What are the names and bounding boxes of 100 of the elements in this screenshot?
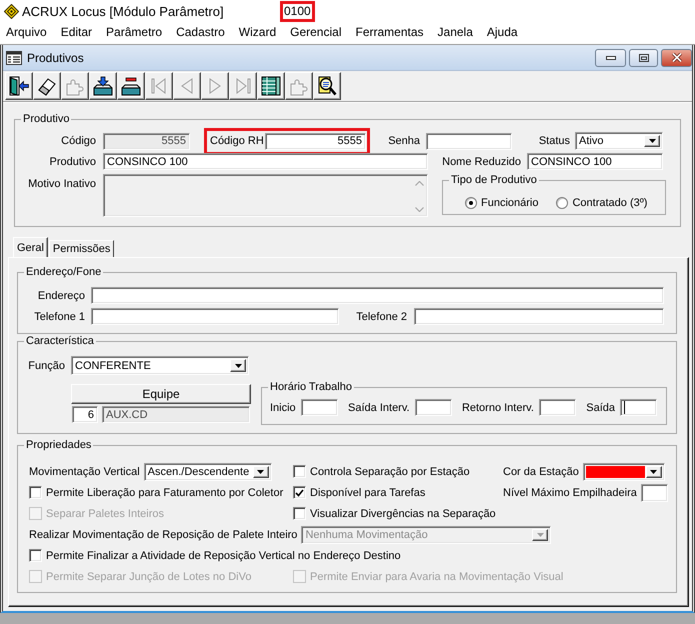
field-label: Saída	[586, 402, 615, 414]
dropdown[interactable]: Ativo	[575, 132, 663, 150]
toolbar-button[interactable]	[313, 72, 341, 100]
checkbox-label: Permite Separar Junção de Lotes no DiVo	[46, 570, 252, 582]
color-dropdown[interactable]	[582, 462, 665, 480]
text-field[interactable]: CONSINCO 100	[527, 153, 663, 170]
field-label: Status	[538, 135, 570, 147]
diamond-icon	[4, 4, 19, 18]
field-label: Retorno Interv.	[462, 402, 534, 414]
checkbox-label: Disponível para Tarefas	[310, 486, 426, 498]
caret-down-icon	[252, 466, 269, 478]
tray-minus-icon	[121, 76, 141, 96]
checkbox-label: Visualizar Divergências na Separação	[310, 508, 496, 520]
text-field[interactable]: 6	[72, 406, 98, 423]
text-field[interactable]: CONSINCO 100	[103, 153, 428, 170]
eraser-icon	[37, 76, 57, 96]
text-field[interactable]	[414, 399, 452, 416]
caret-down-icon	[230, 359, 246, 372]
minimize-button[interactable]	[595, 48, 626, 66]
text-cursor-icon	[624, 401, 625, 414]
menu-item[interactable]: Arquivo	[6, 25, 47, 39]
field-label: Endereço	[38, 290, 85, 302]
checkbox[interactable]	[293, 507, 306, 520]
menu-item[interactable]: Janela	[438, 25, 473, 39]
radio-label: Contratado (3º)	[572, 197, 648, 209]
checkbox-label: Separar Paletes Inteiros	[46, 508, 164, 520]
close-icon	[672, 53, 682, 62]
caret-down-icon	[646, 466, 662, 478]
menu-item[interactable]: Ajuda	[486, 25, 518, 39]
dropdown[interactable]: Ascen./Descendente	[144, 462, 272, 480]
text-field[interactable]	[91, 308, 339, 325]
checkbox-label: Permite Enviar para Avaria na Movimentação Visual	[310, 570, 564, 582]
toolbar-button[interactable]	[257, 72, 285, 100]
group-title: Propriedades	[25, 439, 92, 452]
field-label: Produtivo	[50, 156, 96, 168]
chevron-down-icon	[414, 207, 424, 212]
field-label: Telefone 2	[356, 310, 407, 322]
field-label: Inicio	[270, 402, 296, 414]
text-field[interactable]	[414, 308, 664, 325]
menu-item[interactable]: Parâmetro	[106, 25, 162, 39]
dropdown[interactable]: CONFERENTE	[71, 356, 249, 375]
tab[interactable]: Geral	[13, 237, 48, 257]
group-title: Produtivo	[22, 113, 70, 126]
minimize-icon	[606, 56, 616, 60]
tab[interactable]: Permissões	[48, 240, 114, 257]
checkbox[interactable]	[29, 549, 42, 562]
highlighted-code: 0100	[280, 0, 315, 22]
field-label: Nome Reduzido	[442, 156, 521, 168]
radio-label: Funcionário	[481, 197, 538, 209]
field-label: Função	[28, 360, 65, 372]
text-field[interactable]	[91, 287, 664, 304]
caret-down-icon	[532, 528, 548, 540]
restore-icon	[638, 54, 648, 62]
checkbox[interactable]	[293, 465, 306, 478]
table-icon	[261, 76, 281, 96]
toolbar-button[interactable]	[117, 72, 145, 100]
text-field[interactable]	[538, 399, 576, 416]
door-arrow-icon	[9, 76, 29, 96]
field-label: Cor da Estação	[503, 466, 579, 478]
group-title: Característica	[25, 335, 95, 348]
field-label: Senha	[388, 135, 420, 147]
text-field[interactable]	[640, 484, 668, 502]
text-field[interactable]	[300, 399, 338, 416]
field-label: Motivo Inativo	[28, 178, 96, 190]
field-label: Movimentação Vertical	[29, 466, 140, 478]
chevron-up-icon	[414, 181, 424, 186]
checkbox[interactable]	[293, 486, 306, 499]
restore-button[interactable]	[629, 48, 658, 66]
tray-arrow-icon	[93, 76, 113, 96]
field-label: Código RH	[210, 135, 264, 147]
field-label: Saída Interv.	[348, 402, 410, 414]
menu-item[interactable]: Cadastro	[176, 25, 225, 39]
window-title: Produtivos	[27, 50, 84, 64]
form-icon	[6, 50, 22, 64]
menu-item[interactable]: Gerencial	[290, 25, 342, 39]
menu-item[interactable]: Ferramentas	[355, 25, 424, 39]
radio-button[interactable]	[465, 197, 477, 209]
close-button[interactable]	[661, 48, 692, 66]
radio-button[interactable]	[556, 197, 568, 209]
field-label: Nível Máximo Empilhadeira	[503, 486, 637, 498]
checkbox-label: Controla Separação por Estação	[310, 466, 470, 478]
checkbox-label: Permite Liberação para Faturamento por Coletor	[46, 486, 284, 498]
toolbar-button[interactable]	[5, 72, 33, 100]
checkbox-label: Permite Finalizar a Atividade de Reposição Vertical no Endereço Destino	[46, 550, 401, 562]
group-title: Tipo de Produtivo	[450, 174, 538, 187]
menu-item[interactable]: Wizard	[238, 25, 276, 39]
field-label: Realizar Movimentação de Reposição de Palete Inteiro	[29, 528, 298, 540]
text-field[interactable]: 5555	[265, 132, 366, 150]
app-title: ACRUX Locus [Módulo Parâmetro]	[22, 4, 225, 18]
field-label: Telefone 1	[34, 310, 85, 322]
toolbar-button[interactable]	[89, 72, 117, 100]
text-field[interactable]	[620, 399, 657, 416]
group-title: Endereço/Fone	[25, 266, 102, 279]
menu-item[interactable]: Editar	[60, 25, 92, 39]
search-icon	[317, 76, 337, 96]
field-label: Código	[61, 135, 96, 147]
checkbox[interactable]	[29, 486, 42, 499]
toolbar-button[interactable]	[33, 72, 61, 100]
team-button[interactable]: Equipe	[71, 384, 251, 404]
text-field[interactable]	[426, 132, 512, 150]
